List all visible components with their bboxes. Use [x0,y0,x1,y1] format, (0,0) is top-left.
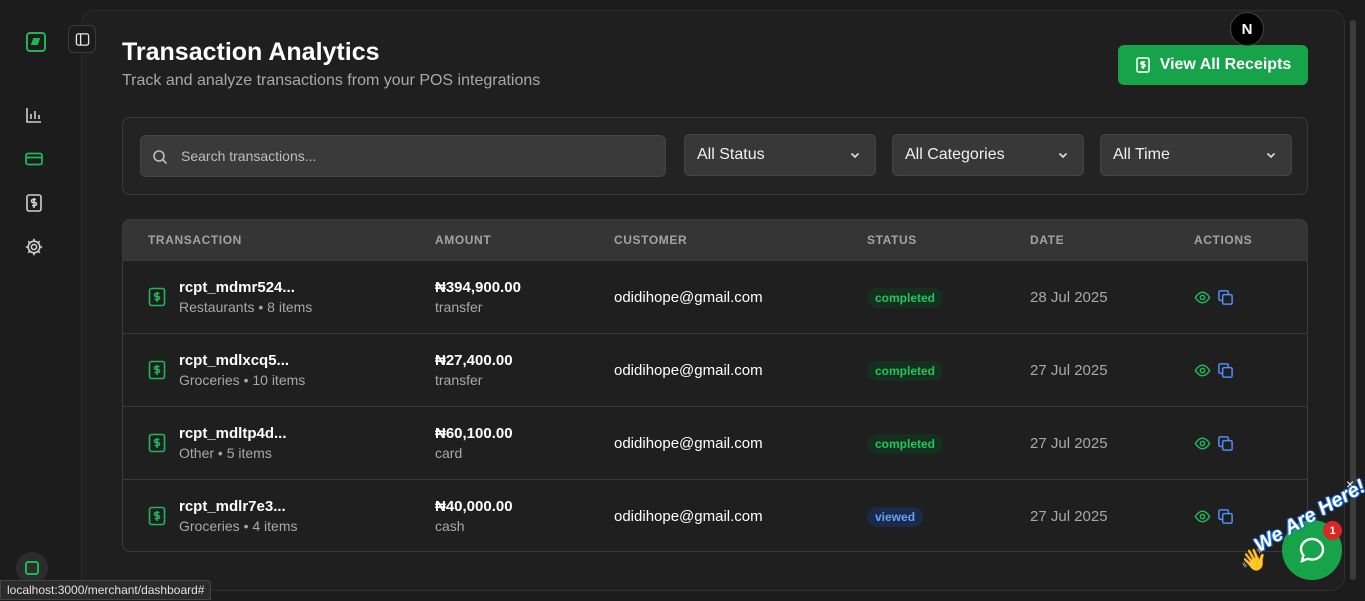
status-badge: completed [867,361,944,381]
analytics-nav-icon[interactable] [22,103,46,127]
column-header-actions: ACTIONS [1194,233,1253,247]
chevron-down-icon [850,152,860,159]
transaction-date: 28 Jul 2025 [1030,289,1108,306]
search-input[interactable] [181,136,651,176]
table-row[interactable]: rcpt_mdlxcq5... Groceries • 10 items ₦27… [123,333,1307,406]
payment-method: card [435,445,463,461]
table-row[interactable]: rcpt_mdmr524... Restaurants • 8 items ₦3… [123,260,1307,333]
receipts-nav-icon[interactable] [22,191,46,215]
search-icon [153,150,168,165]
transaction-amount: ₦60,100.00 [435,425,513,442]
time-filter-value: All Time [1113,146,1170,163]
category-filter-select[interactable]: All Categories [892,134,1084,176]
column-header-status: STATUS [867,233,917,247]
status-badge: completed [867,434,944,454]
user-avatar-button[interactable]: N [1230,12,1264,46]
transactions-table: TRANSACTION AMOUNT CUSTOMER STATUS DATE … [122,219,1308,552]
transaction-amount: ₦394,900.00 [435,279,521,296]
waving-hand-icon: 👋 [1240,547,1268,572]
chevron-down-icon [1266,152,1276,159]
browser-status-url: localhost:3000/merchant/dashboard# [0,580,212,600]
transaction-amount: ₦27,400.00 [435,352,513,369]
payment-method: transfer [435,372,483,388]
copy-icon[interactable] [1217,362,1234,379]
sidebar-rail [0,0,80,601]
copy-icon[interactable] [1217,508,1234,525]
transaction-id: rcpt_mdlxcq5... [179,352,290,369]
column-header-transaction: TRANSACTION [148,233,242,247]
brand-logo-icon[interactable] [26,32,46,52]
status-filter-value: All Status [697,146,765,163]
transaction-details: Groceries • 4 items [179,518,298,534]
settings-nav-icon[interactable] [22,235,46,259]
view-eye-icon[interactable] [1194,289,1211,306]
table-row[interactable]: rcpt_mdltp4d... Other • 5 items ₦60,100.… [123,406,1307,479]
transaction-id: rcpt_mdlr7e3... [179,498,286,515]
receipt-icon [148,506,166,526]
main-panel: Transaction Analytics Track and analyze … [81,10,1345,591]
receipt-icon [148,287,166,307]
chat-unread-badge: 1 [1323,521,1342,540]
view-eye-icon[interactable] [1194,362,1211,379]
filter-bar: All Status All Categories All Time [122,117,1308,195]
receipt-icon [1135,57,1150,73]
chat-bubble-icon [1299,537,1325,563]
transaction-id: rcpt_mdmr524... [179,279,295,296]
column-header-date: DATE [1030,233,1065,247]
column-header-customer: CUSTOMER [614,233,688,247]
sidebar-toggle-button[interactable] [68,25,96,53]
category-filter-value: All Categories [905,146,1005,163]
copy-icon[interactable] [1217,435,1234,452]
transactions-nav-icon[interactable] [22,147,46,171]
transaction-date: 27 Jul 2025 [1030,435,1108,452]
chevron-down-icon [1058,152,1068,159]
transaction-date: 27 Jul 2025 [1030,362,1108,379]
copy-icon[interactable] [1217,289,1234,306]
transaction-amount: ₦40,000.00 [435,498,513,515]
app: Transaction Analytics Track and analyze … [0,0,1365,601]
customer-email: odidihope@gmail.com [614,289,763,306]
page-subtitle: Track and analyze transactions from your… [122,72,541,89]
panel-left-icon [75,32,89,46]
status-badge: viewed [867,507,924,527]
view-eye-icon[interactable] [1194,435,1211,452]
view-eye-icon[interactable] [1194,508,1211,525]
transaction-date: 27 Jul 2025 [1030,508,1108,525]
customer-email: odidihope@gmail.com [614,362,763,379]
status-badge: completed [867,288,944,308]
transaction-id: rcpt_mdltp4d... [179,425,287,442]
transaction-details: Groceries • 10 items [179,372,306,388]
table-header: TRANSACTION AMOUNT CUSTOMER STATUS DATE … [123,220,1307,260]
page-title: Transaction Analytics [122,38,380,66]
payment-method: cash [435,518,465,534]
payment-method: transfer [435,299,483,315]
customer-email: odidihope@gmail.com [614,508,763,525]
search-box[interactable] [140,135,666,177]
customer-email: odidihope@gmail.com [614,435,763,452]
receipt-icon [148,360,166,380]
transaction-details: Restaurants • 8 items [179,299,313,315]
view-all-receipts-button[interactable]: View All Receipts [1118,45,1308,85]
receipt-icon [148,433,166,453]
table-row[interactable]: rcpt_mdlr7e3... Groceries • 4 items ₦40,… [123,479,1307,551]
transaction-details: Other • 5 items [179,445,272,461]
time-filter-select[interactable]: All Time [1100,134,1292,176]
status-filter-select[interactable]: All Status [684,134,876,176]
view-all-receipts-label: View All Receipts [1159,56,1292,73]
column-header-amount: AMOUNT [435,233,492,247]
